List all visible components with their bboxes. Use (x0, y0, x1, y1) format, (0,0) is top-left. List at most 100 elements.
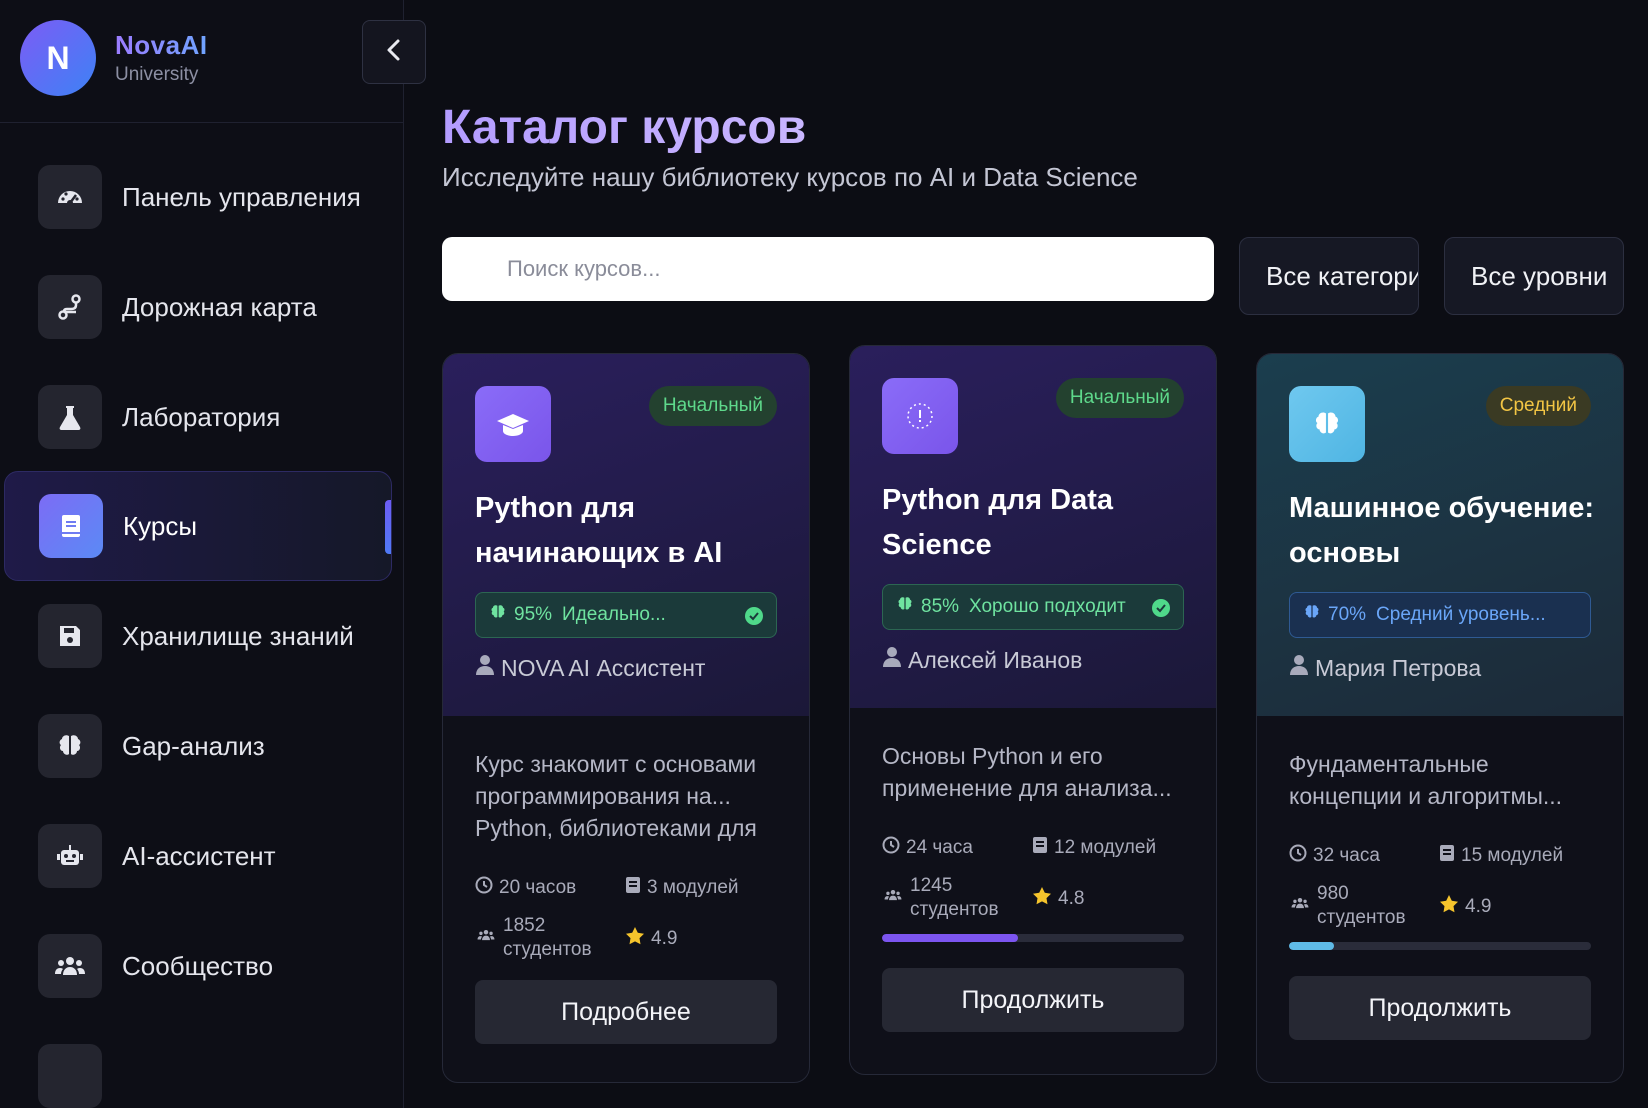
course-card[interactable]: Начальный Python для начинающих в AI 95%… (442, 353, 810, 1083)
brain-icon (38, 714, 102, 778)
match-badge: 85% Хорошо подходит (882, 584, 1184, 630)
course-description: Основы Python и его применение для анали… (882, 743, 1172, 801)
instructor: Мария Петрова (1289, 654, 1481, 682)
students-stat: 1245 студентов (882, 874, 1010, 922)
sidebar-item-courses[interactable]: Курсы (4, 471, 392, 581)
active-indicator (385, 500, 391, 554)
sidebar-item-gap[interactable]: Gap-анализ (4, 691, 392, 801)
modules-stat: 12 модулей (1032, 836, 1156, 860)
duration-stat: 32 часа (1289, 844, 1380, 868)
gauge-icon (38, 165, 102, 229)
course-title[interactable]: Python для начинающих в AI (475, 486, 785, 576)
course-progress-bar (1289, 942, 1591, 950)
level-select-value: Все уровни (1471, 260, 1608, 291)
robot-icon (38, 824, 102, 888)
brand-subtitle: University (115, 64, 199, 85)
user-icon (475, 654, 495, 682)
course-title[interactable]: Машинное обучение: основы (1289, 486, 1599, 576)
duration-stat: 24 часа (882, 836, 973, 860)
rating-stat: 4.9 (1439, 894, 1491, 920)
chevron-left-icon (384, 38, 404, 67)
sidebar-item-dashboard[interactable]: Панель управления (4, 142, 392, 252)
brain-icon (488, 602, 508, 628)
sidebar-item-community[interactable]: Сообщество (4, 911, 392, 1021)
users-icon (1289, 894, 1311, 918)
students-stat: 1852 студентов (475, 914, 603, 962)
match-badge: 95% Идеально... (475, 592, 777, 638)
sidebar-item-label: Хранилище знаний (122, 620, 354, 651)
course-title[interactable]: Python для Data Science (882, 478, 1192, 568)
brain-icon (1302, 602, 1322, 628)
book-icon (39, 494, 103, 558)
sidebar-item-label: AI-ассистент (122, 840, 276, 871)
sidebar-item-label: Курсы (123, 510, 198, 541)
course-card[interactable]: Начальный Python для Data Science 85% Хо… (849, 345, 1217, 1075)
course-card[interactable]: Средний Машинное обучение: основы 70% Ср… (1256, 353, 1624, 1083)
user-icon (882, 646, 902, 674)
course-progress-bar (882, 934, 1184, 942)
floppy-icon (38, 604, 102, 668)
search-box (442, 237, 1214, 301)
instructor-name: NOVA AI Ассистент (501, 654, 706, 681)
category-select[interactable]: Все категории (1239, 237, 1419, 315)
sidebar-item-label: Сообщество (122, 950, 274, 981)
clock-icon (882, 836, 900, 860)
sidebar-item-label: Лаборатория (122, 401, 281, 432)
check-circle-icon (744, 606, 764, 632)
user-icon (1289, 654, 1309, 682)
collapse-sidebar-button[interactable] (362, 20, 426, 84)
course-progress-fill (1289, 942, 1335, 950)
clock-icon (475, 876, 493, 900)
brain-icon (895, 594, 915, 620)
book-icon (625, 876, 641, 900)
modules-stat: 3 модулей (625, 876, 739, 900)
instructor: Алексей Иванов (882, 646, 1082, 674)
clock-icon (1289, 844, 1307, 868)
sidebar-item-more[interactable] (4, 1021, 392, 1108)
brand[interactable]: N NovaAI University (20, 20, 208, 96)
star-icon (625, 926, 645, 952)
sidebar-item-label: Панель управления (122, 181, 361, 212)
duration-stat: 20 часов (475, 876, 576, 900)
level-badge: Начальный (1055, 378, 1184, 418)
rating-stat: 4.9 (625, 926, 677, 952)
sidebar-item-lab[interactable]: Лаборатория (4, 362, 392, 472)
search-input[interactable] (442, 237, 1214, 301)
students-stat: 980 студентов (1289, 882, 1417, 930)
spinner-icon (882, 378, 958, 454)
match-percent: 85% (921, 596, 960, 617)
level-badge: Начальный (648, 386, 777, 426)
match-text: Хорошо подходит (969, 596, 1126, 617)
brand-name: NovaAI (115, 30, 208, 60)
flask-icon (38, 385, 102, 449)
sidebar-item-assistant[interactable]: AI-ассистент (4, 801, 392, 911)
users-icon (475, 926, 497, 950)
details-button[interactable]: Подробнее (475, 980, 777, 1044)
level-badge: Средний (1485, 386, 1591, 426)
check-circle-icon (1151, 598, 1171, 624)
level-select[interactable]: Все уровни (1444, 237, 1624, 315)
sidebar-item-knowledge[interactable]: Хранилище знаний (4, 581, 392, 691)
match-badge: 70% Средний уровень... (1289, 592, 1591, 638)
route-icon (38, 275, 102, 339)
instructor-name: Мария Петрова (1315, 654, 1482, 681)
match-percent: 95% (514, 604, 553, 625)
modules-stat: 15 модулей (1439, 844, 1563, 868)
users-icon (38, 934, 102, 998)
sidebar-item-roadmap[interactable]: Дорожная карта (4, 252, 392, 362)
sidebar-item-label: Дорожная карта (122, 291, 317, 322)
sidebar: N NovaAI University Панель управления До… (0, 0, 404, 1108)
sidebar-item-label: Gap-анализ (122, 730, 265, 761)
rating-stat: 4.8 (1032, 886, 1084, 912)
continue-button[interactable]: Продолжить (882, 968, 1184, 1032)
course-description: Курс знакомит с основами программировани… (475, 751, 757, 841)
more-icon (38, 1044, 102, 1108)
instructor-name: Алексей Иванов (908, 646, 1083, 673)
page-title: Каталог курсов (442, 101, 807, 154)
match-text: Идеально... (562, 604, 666, 625)
book-icon (1439, 844, 1455, 868)
star-icon (1032, 886, 1052, 912)
page-subtitle: Исследуйте нашу библиотеку курсов по AI … (442, 162, 1138, 192)
course-description: Фундаментальные концепции и алгоритмы... (1289, 751, 1563, 809)
continue-button[interactable]: Продолжить (1289, 976, 1591, 1040)
